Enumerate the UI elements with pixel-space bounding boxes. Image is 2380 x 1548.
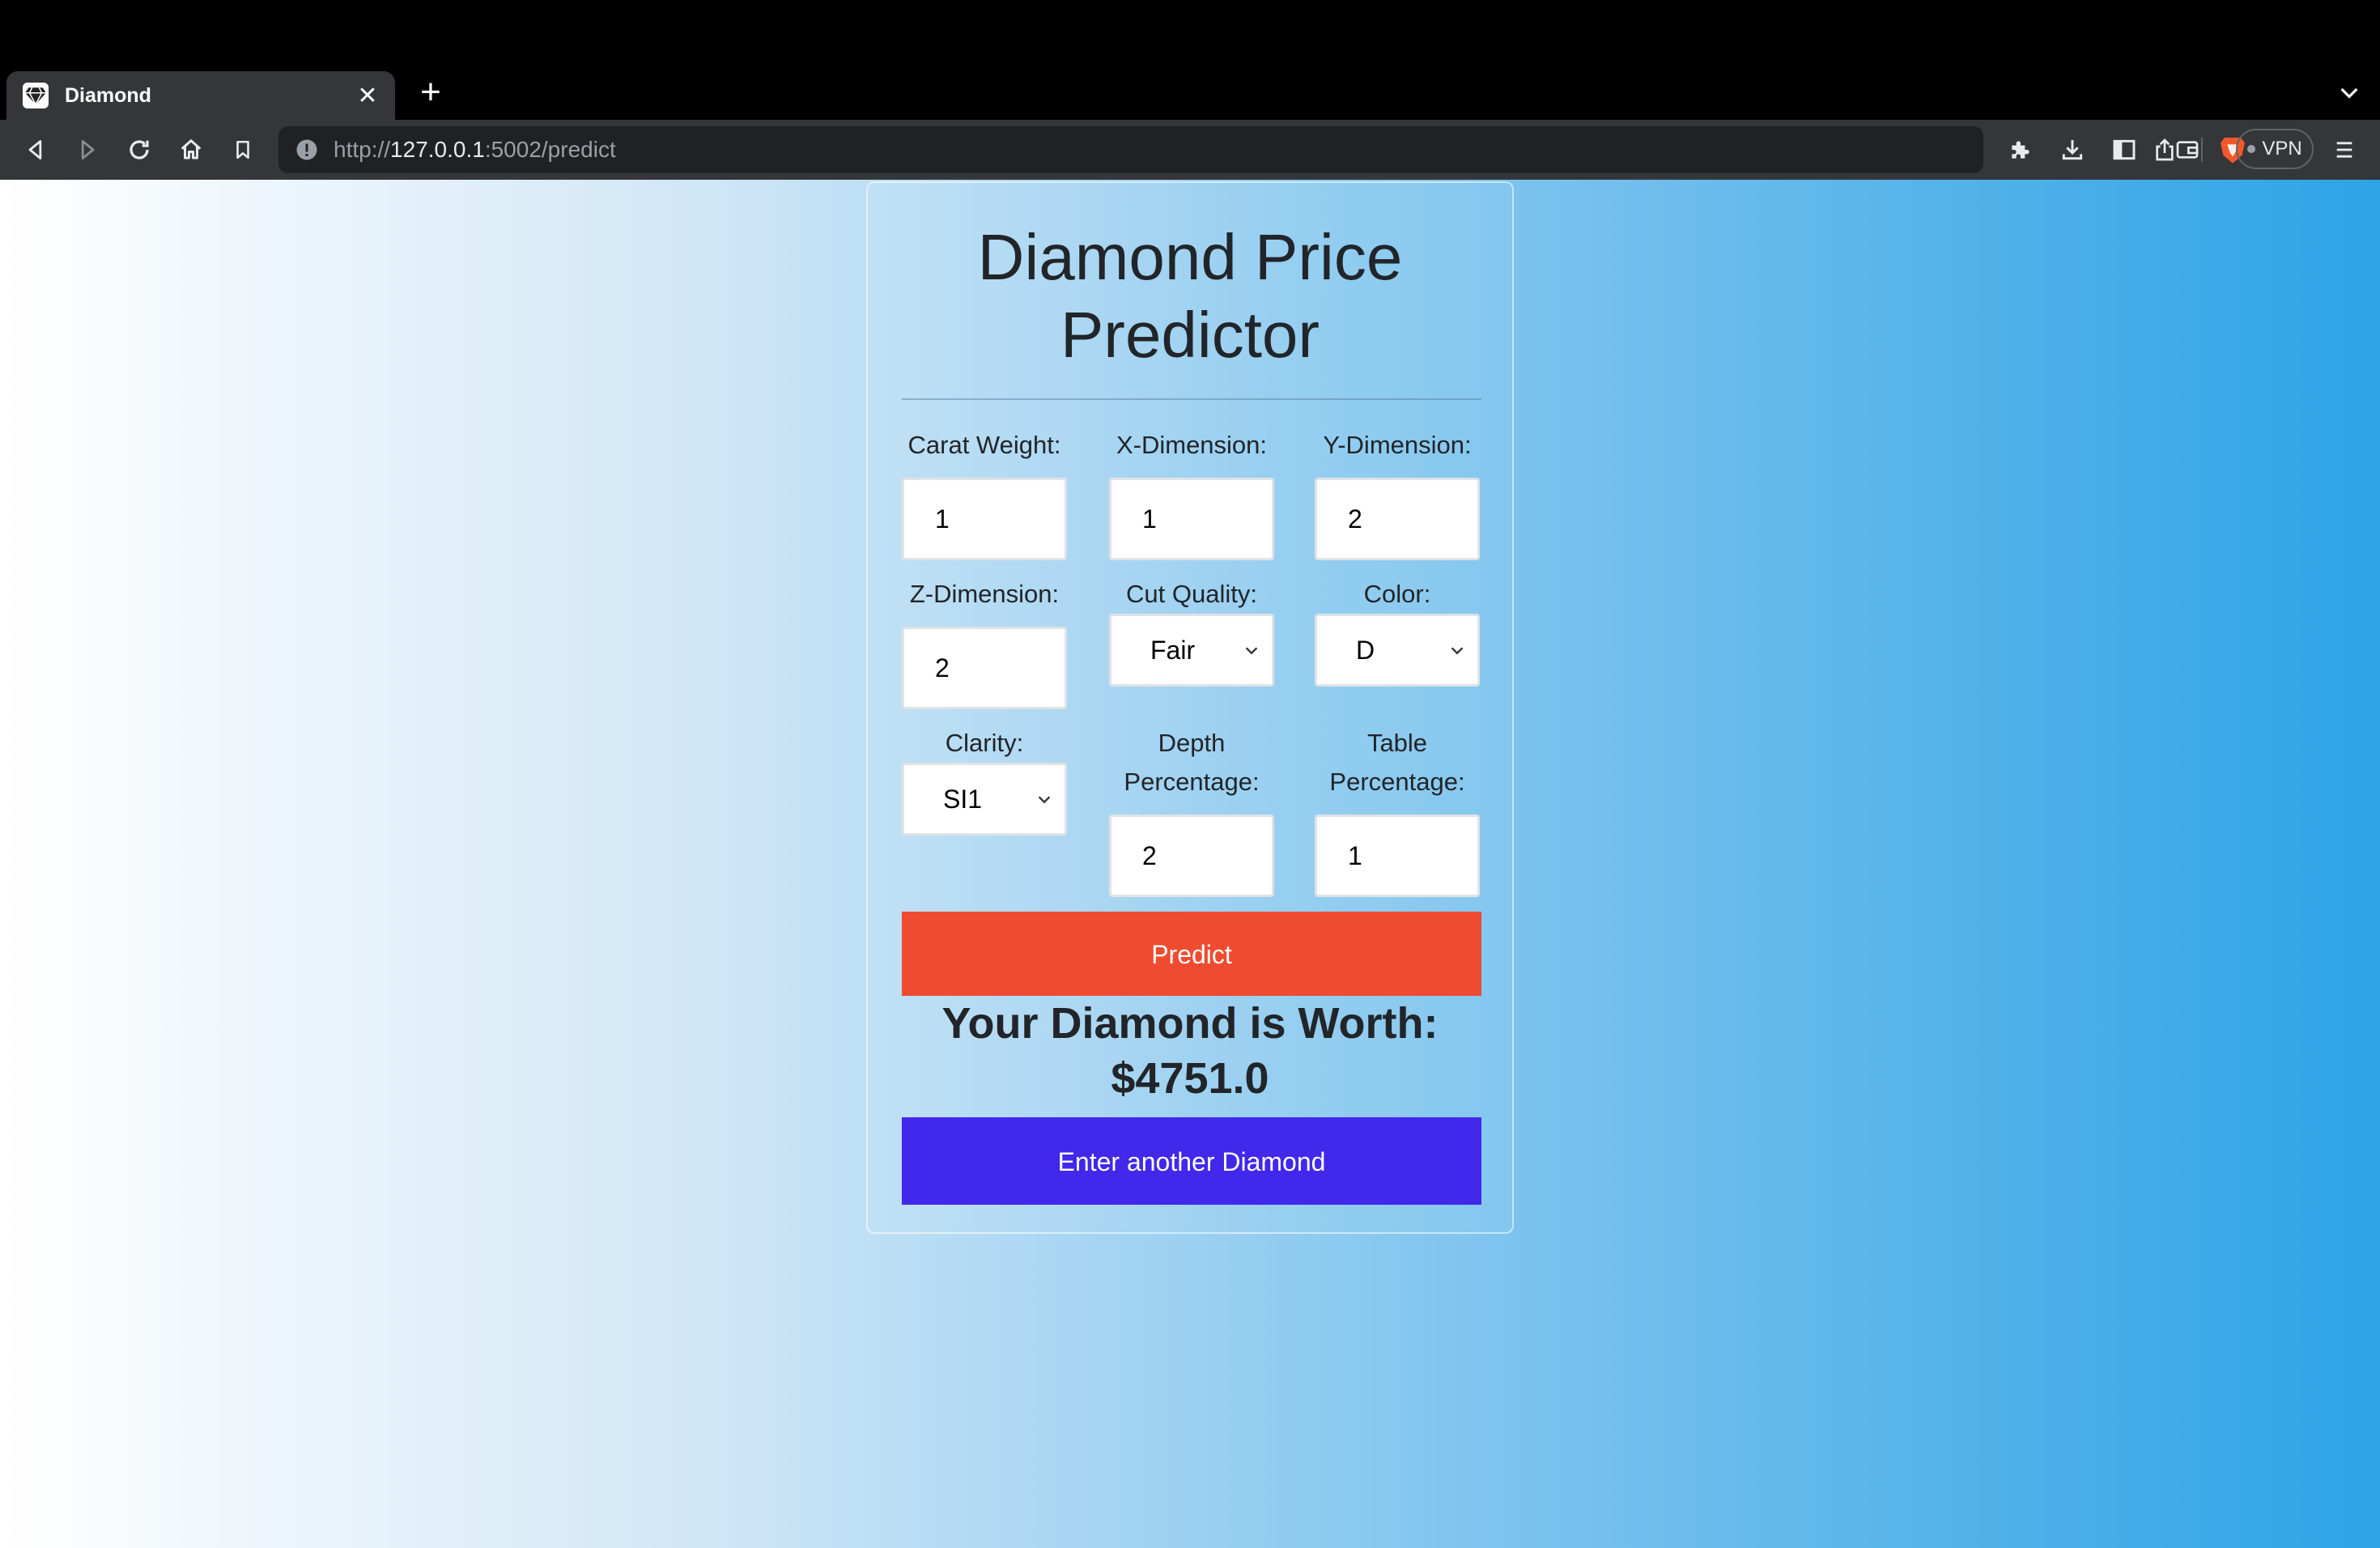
title-divider [902,398,1481,400]
tab-title: Diamond [65,83,151,107]
cut-quality-select[interactable]: Fair [1109,614,1274,687]
x-dimension-label: X-Dimension: [1116,431,1268,459]
page-title: Diamond Price Predictor [868,219,1512,374]
vpn-button[interactable]: VPN [2236,129,2314,169]
y-dimension-input[interactable] [1315,478,1480,560]
address-bar[interactable]: http://127.0.0.1:5002/predict [278,126,2245,173]
cut-quality-value: Fair [1150,636,1196,665]
title-line-2: Predictor [1060,299,1320,371]
diamond-favicon-icon [23,83,49,108]
x-dimension-input[interactable] [1109,478,1274,560]
z-dimension-input[interactable] [902,627,1067,709]
table-label-line-2: Percentage: [1329,768,1465,796]
bookmark-icon[interactable] [227,134,259,166]
page-viewport: Diamond Price Predictor Carat Weight: X-… [0,180,2380,1548]
chevron-down-icon [1245,647,1258,655]
chevron-down-icon [1451,647,1464,655]
result-heading: Your Diamond is Worth: [941,999,1439,1048]
menu-icon[interactable] [2328,134,2361,166]
home-icon[interactable] [175,134,207,166]
browser-toolbar: http://127.0.0.1:5002/predict VPN [0,120,2380,180]
depth-input[interactable] [1109,814,1274,897]
url-text: http://127.0.0.1:5002/predict [334,137,616,162]
clarity-select[interactable]: SI1 [902,763,1067,836]
title-line-1: Diamond Price [977,221,1403,293]
tab-close-icon[interactable]: ✕ [353,82,382,110]
depth-label-line-1: Depth [1158,729,1226,757]
table-label: Table Percentage: [1308,724,1486,802]
extensions-icon[interactable] [2004,134,2037,166]
chevron-down-icon[interactable] [2336,79,2362,105]
y-dimension-label: Y-Dimension: [1323,431,1472,459]
sidebar-icon[interactable] [2108,134,2140,166]
color-select[interactable]: D [1315,614,1480,687]
forward-icon[interactable] [71,134,104,166]
clarity-value: SI1 [943,785,983,814]
depth-label: Depth Percentage: [1103,724,1281,802]
predict-button[interactable]: Predict [902,912,1481,996]
download-icon[interactable] [2056,134,2089,166]
tab-diamond[interactable]: Diamond ✕ [6,71,395,120]
tab-strip: Diamond ✕ + [0,0,2380,120]
cut-quality-label: Cut Quality: [1126,580,1257,608]
color-value: D [1356,636,1375,665]
color-label: Color: [1363,580,1431,608]
vpn-label: VPN [2262,138,2302,159]
enter-another-diamond-button[interactable]: Enter another Diamond [902,1117,1481,1205]
chevron-down-icon [1038,796,1051,804]
depth-label-line-2: Percentage: [1124,768,1260,796]
clarity-label: Clarity: [945,729,1024,757]
new-tab-icon[interactable]: + [413,74,448,112]
site-info-icon[interactable] [295,138,319,162]
carat-input[interactable] [902,478,1067,560]
reload-icon[interactable] [123,134,155,166]
wallet-icon[interactable] [2171,134,2204,166]
table-input[interactable] [1315,814,1480,897]
vpn-status-dot [2247,145,2256,153]
prediction-result: Your Diamond is Worth: $4751.0 [868,996,1512,1106]
carat-label: Carat Weight: [907,431,1061,459]
result-price: $4751.0 [1111,1054,1269,1103]
table-label-line-1: Table [1366,729,1428,757]
z-dimension-label: Z-Dimension: [909,580,1060,608]
predictor-card: Diamond Price Predictor Carat Weight: X-… [866,181,1514,1234]
back-icon[interactable] [19,134,52,166]
